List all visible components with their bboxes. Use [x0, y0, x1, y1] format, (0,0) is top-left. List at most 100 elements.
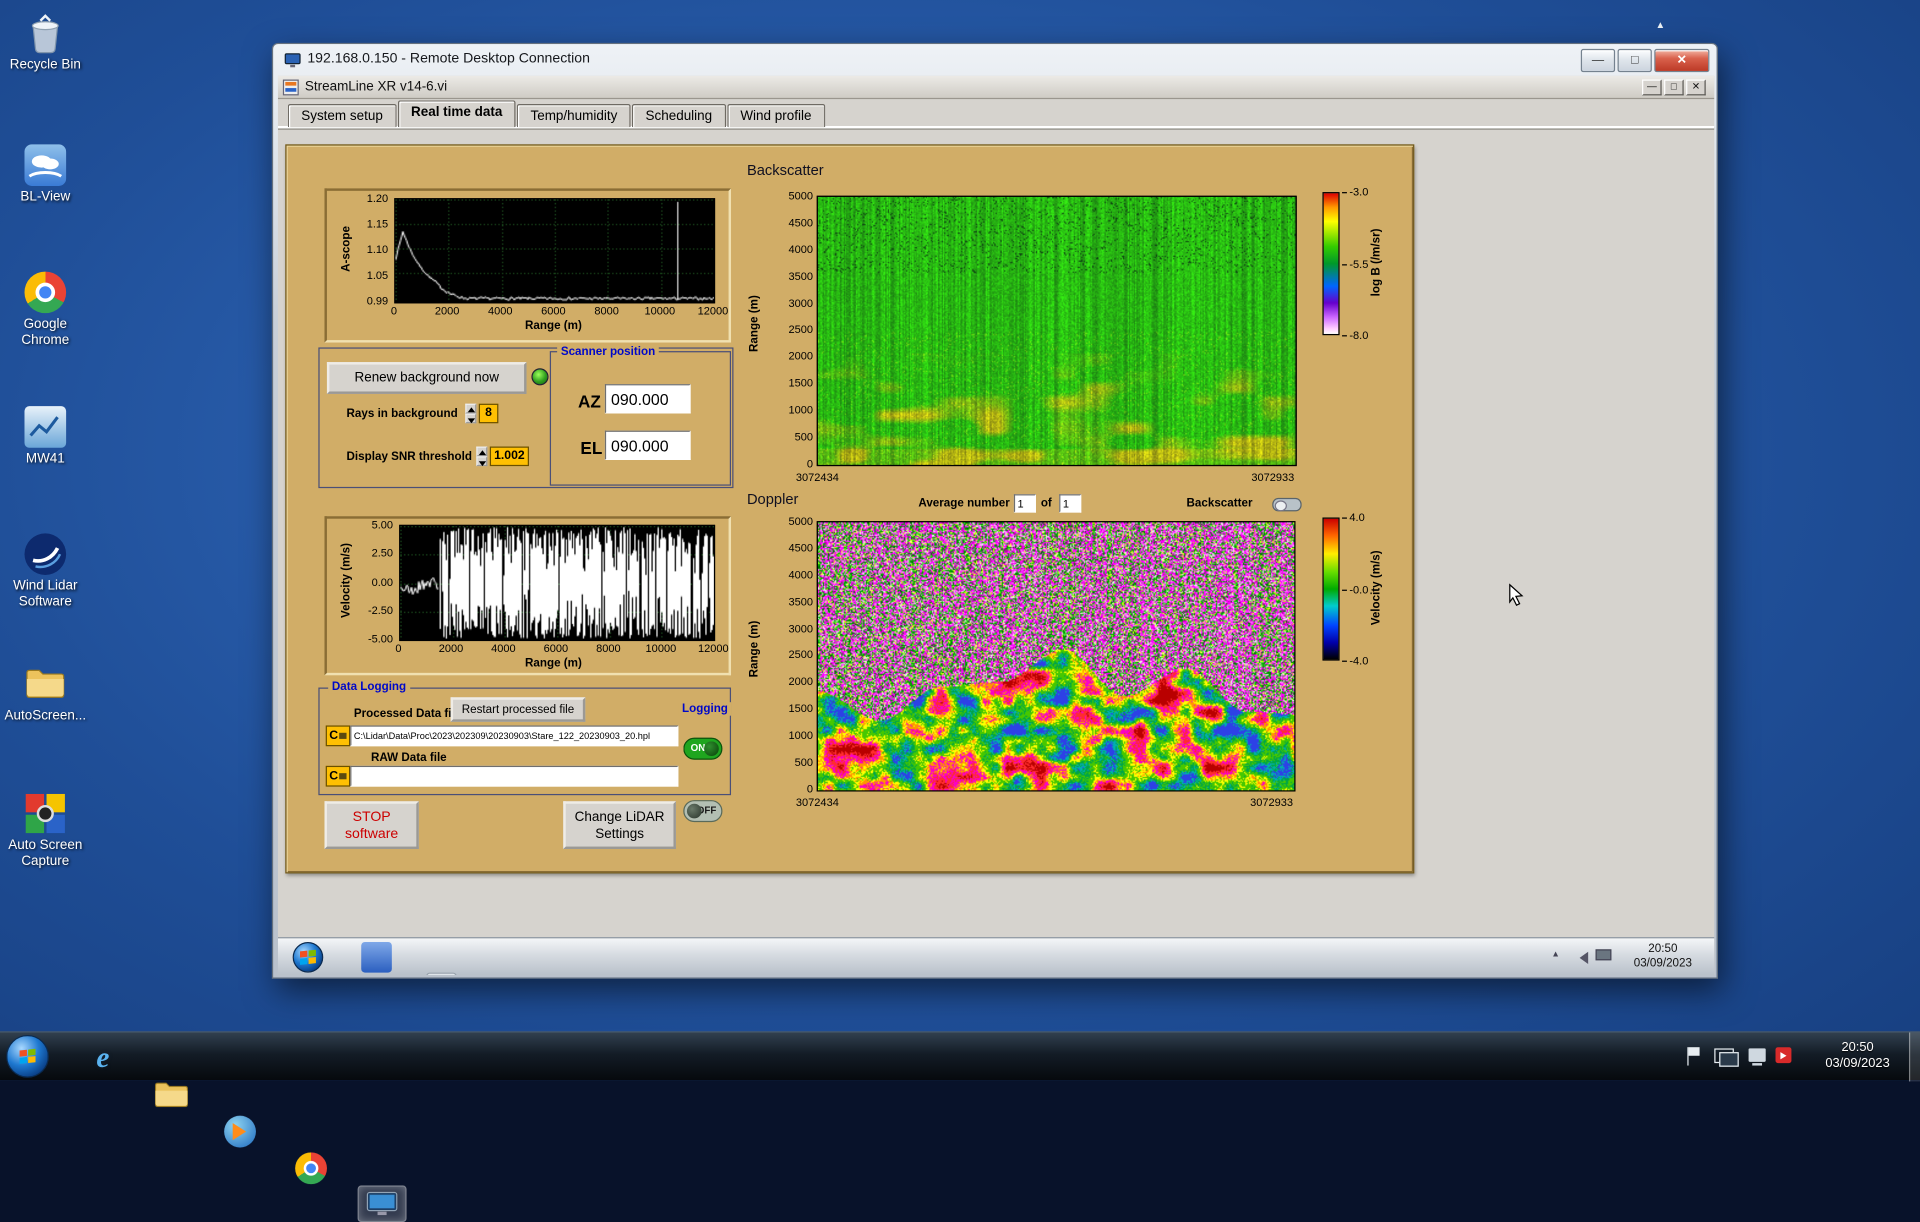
- tick-label: 0: [806, 782, 814, 796]
- taskbar-explorer-icon[interactable]: [147, 1077, 196, 1114]
- blue-app-icon[interactable]: [361, 941, 392, 973]
- desktop-icon-label: AutoScreen...: [4, 708, 87, 724]
- app-window-title: StreamLine XR v14-6.vi: [304, 79, 448, 95]
- processed-drive-button[interactable]: C: [325, 725, 351, 747]
- raw-data-file-label: RAW Data file: [371, 751, 447, 765]
- tick-label: 1500: [788, 377, 814, 390]
- media-tray-icon[interactable]: [1775, 1047, 1792, 1064]
- desktop-icon-auto-screen-capture[interactable]: Auto Screen Capture: [2, 793, 88, 870]
- raw-drive-button[interactable]: C: [325, 765, 351, 787]
- tick-label: 3000: [788, 622, 814, 635]
- backscatter-heatmap-canvas: [816, 195, 1297, 467]
- taskbar-internet-explorer-icon[interactable]: e: [78, 1040, 127, 1077]
- stop-software-button[interactable]: STOP software: [324, 801, 419, 850]
- rays-spinner[interactable]: [465, 403, 477, 424]
- desktop-icon-wind-lidar[interactable]: Wind Lidar Software: [2, 533, 88, 610]
- tick-label: 2000: [788, 350, 814, 363]
- scanner-position-group: Scanner position AZ EL: [549, 344, 732, 486]
- remote-start-button[interactable]: [292, 941, 324, 973]
- app-titlebar[interactable]: StreamLine XR v14-6.vi — □ ✕: [277, 75, 1715, 100]
- taskbar-chrome-icon[interactable]: [287, 1150, 336, 1187]
- desktop-icon-google-chrome[interactable]: Google Chrome: [2, 271, 88, 349]
- desktop-icon-mw41[interactable]: MW41: [2, 406, 88, 467]
- tick-label: 2.50: [371, 547, 394, 560]
- display-icon[interactable]: [426, 972, 457, 976]
- snr-value[interactable]: 1.002: [489, 446, 529, 467]
- backscatter-x-last-label: 3072933: [1251, 470, 1295, 484]
- tab-system-setup[interactable]: System setup: [287, 103, 397, 128]
- stop-line1: STOP: [352, 809, 391, 824]
- renew-background-button[interactable]: Renew background now: [326, 362, 527, 394]
- remote-network-icon[interactable]: [1595, 949, 1612, 961]
- desktop-icon-label: MW41: [25, 451, 65, 467]
- tab-temp-humidity[interactable]: Temp/humidity: [517, 103, 631, 128]
- app-minimize-button[interactable]: —: [1642, 79, 1662, 96]
- scanner-position-title: Scanner position: [557, 344, 659, 359]
- tick-label: 5000: [788, 515, 814, 528]
- tick-label: 10000: [644, 304, 676, 317]
- az-label: AZ: [577, 391, 601, 412]
- desktop-icon-label: BL-View: [20, 189, 71, 205]
- remote-volume-icon[interactable]: [1573, 951, 1589, 965]
- tick-label: 8000: [594, 304, 619, 317]
- processed-path-input[interactable]: [350, 725, 679, 747]
- rdp-titlebar[interactable]: 192.168.0.150 - Remote Desktop Connectio…: [273, 44, 1717, 76]
- tab-scheduling[interactable]: Scheduling: [632, 103, 726, 128]
- desktop-icon-bl-view[interactable]: BL-View: [2, 144, 88, 205]
- tick-label: 12000: [697, 304, 729, 317]
- raw-logging-toggle[interactable]: OFF: [683, 800, 723, 823]
- restart-processed-file-button[interactable]: Restart processed file: [450, 697, 586, 722]
- snr-spinner[interactable]: [476, 446, 488, 467]
- velocity-y-axis-title: Velocity (m/s): [339, 543, 354, 618]
- tick-label: 5000: [788, 189, 814, 202]
- backscatter-x-first-label: 3072434: [795, 470, 839, 484]
- change-lidar-settings-button[interactable]: Change LiDAR Settings: [563, 801, 676, 850]
- taskbar-media-player-icon[interactable]: [216, 1113, 265, 1150]
- remote-clock[interactable]: 20:50 03/09/2023: [1620, 942, 1706, 971]
- taskbar-rdp-icon[interactable]: [357, 1185, 407, 1222]
- rays-value[interactable]: 8: [478, 403, 499, 424]
- maximize-button[interactable]: □: [1617, 48, 1652, 73]
- show-desktop-button[interactable]: [1908, 1032, 1920, 1082]
- doppler-y-ticks: 5000 4500 4000 3500 3000 2500 2000 1500 1000 500 0: [769, 515, 814, 796]
- app-close-button[interactable]: ✕: [1686, 79, 1706, 96]
- velocity-x-ticks: 0 2000 4000 6000 8000 10000 12000: [372, 642, 739, 654]
- minimize-button[interactable]: —: [1580, 48, 1616, 73]
- close-button[interactable]: ✕: [1654, 48, 1710, 73]
- toggle-off-label: OFF: [696, 804, 717, 816]
- flag-cloth: [1688, 1047, 1700, 1056]
- dual-monitor-icon[interactable]: [1714, 1048, 1739, 1067]
- tick-label: 2000: [434, 304, 460, 317]
- desktop-icon-recycle-bin[interactable]: Recycle Bin: [2, 12, 88, 73]
- tick-label: 4500: [788, 216, 814, 229]
- backscatter-toggle[interactable]: [1272, 497, 1302, 512]
- desktop-icon-label: Wind Lidar Software: [13, 578, 78, 610]
- rdp-window-icon: [284, 51, 301, 68]
- drive-letter: C: [329, 729, 339, 743]
- second-monitor: [1719, 1052, 1739, 1067]
- mouse-cursor: [1509, 583, 1525, 613]
- tick-label: -8.0: [1342, 329, 1379, 341]
- network-icon[interactable]: [1748, 1048, 1766, 1066]
- tab-wind-profile[interactable]: Wind profile: [726, 103, 825, 128]
- host-clock[interactable]: 20:50 03/09/2023: [1815, 1040, 1901, 1072]
- tab-real-time-data[interactable]: Real time data: [397, 100, 516, 128]
- average-number-input[interactable]: [1013, 494, 1036, 513]
- hidden-icons-arrow[interactable]: ▲: [1656, 20, 1666, 31]
- rdp-client-area: StreamLine XR v14-6.vi — □ ✕ System setu…: [277, 75, 1715, 976]
- az-input[interactable]: [604, 384, 691, 414]
- wmp-circle: [224, 1115, 256, 1148]
- average-total-input[interactable]: [1059, 494, 1082, 513]
- chrome-circle: [295, 1152, 327, 1185]
- desktop-icon-autoscreen[interactable]: AutoScreen...: [2, 663, 88, 724]
- tick-label: 3500: [788, 269, 814, 283]
- tick-label: 1500: [788, 702, 814, 715]
- start-button[interactable]: [6, 1034, 49, 1078]
- el-input[interactable]: [604, 430, 691, 460]
- action-center-flag-icon[interactable]: [1687, 1047, 1702, 1066]
- app-restore-button[interactable]: □: [1664, 79, 1684, 96]
- remote-hidden-icons-arrow[interactable]: ▲: [1551, 951, 1559, 960]
- processed-logging-toggle[interactable]: ON: [683, 737, 723, 760]
- toggle-on-label: ON: [690, 742, 706, 754]
- raw-path-input[interactable]: [350, 765, 679, 787]
